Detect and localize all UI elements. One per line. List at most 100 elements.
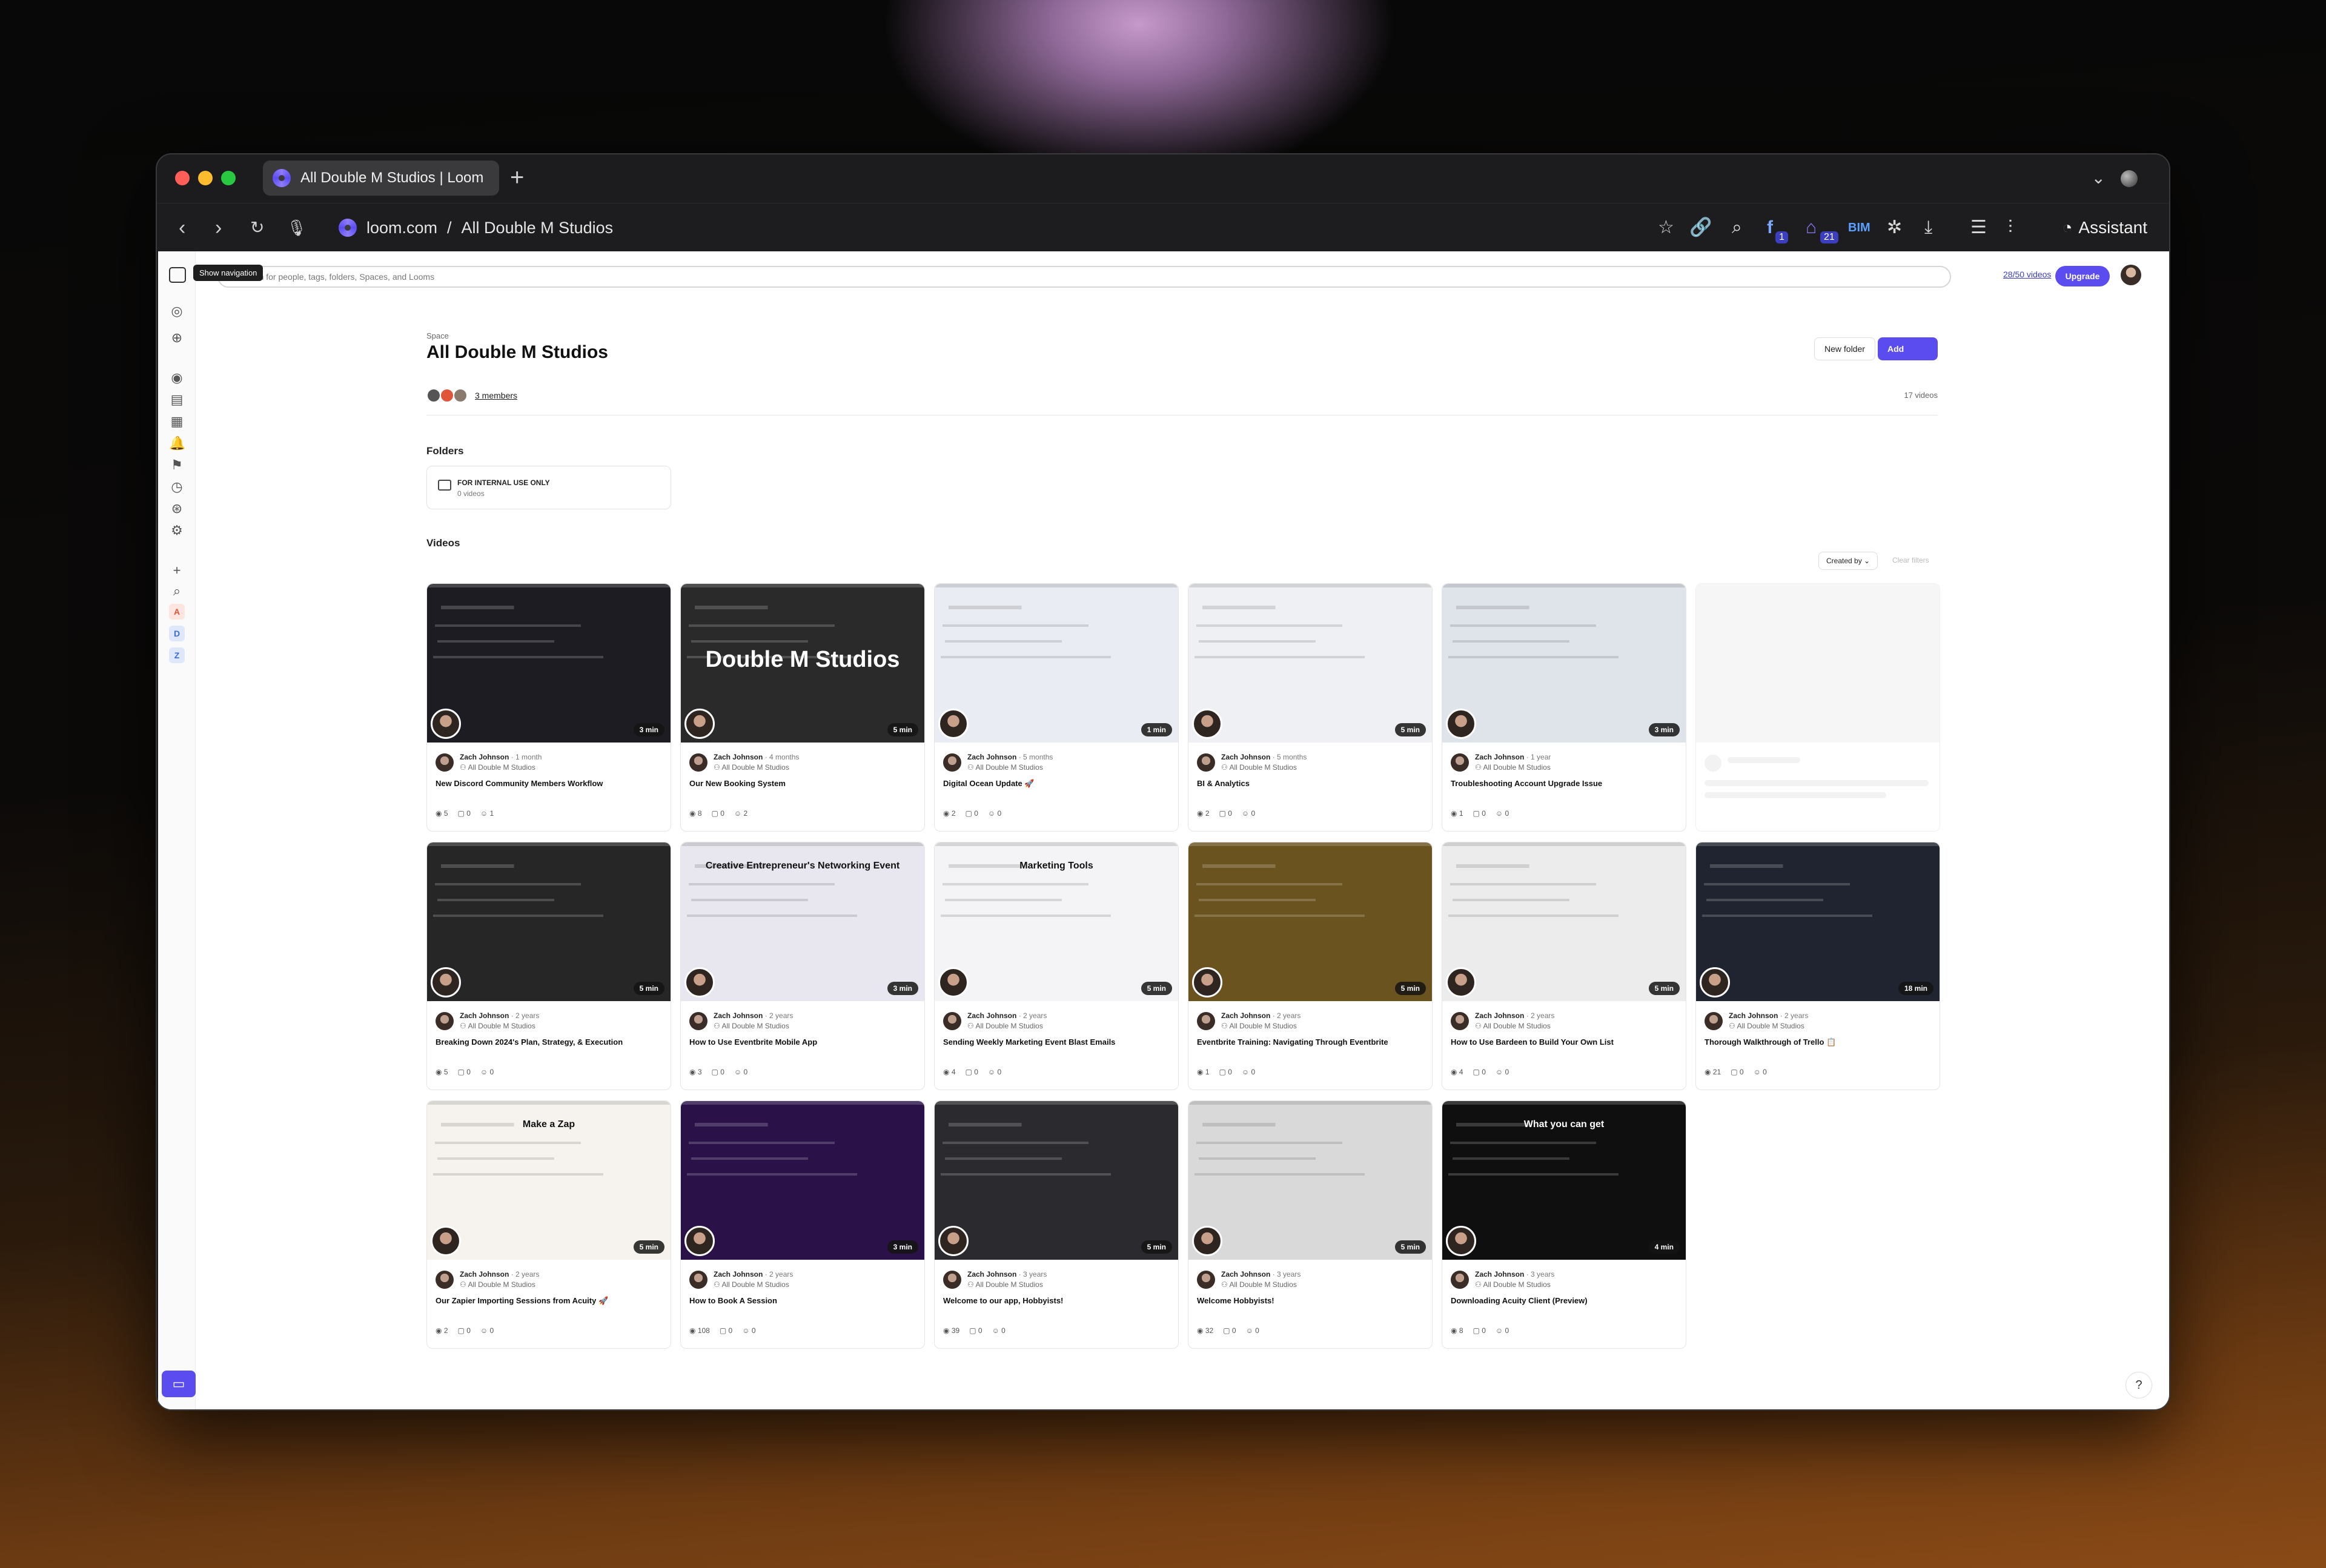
menu-icon[interactable]: ☰ (1970, 216, 1987, 240)
settings-icon[interactable]: ⚙ (169, 523, 185, 538)
video-thumbnail[interactable]: 1 min (935, 584, 1178, 743)
extension-f-icon[interactable]: f (1767, 216, 1773, 240)
members-row[interactable]: 3 members (426, 388, 517, 403)
minimize-window-button[interactable] (198, 171, 213, 185)
video-quota-link[interactable]: 28/50 videos (2003, 270, 2051, 279)
tab-active[interactable]: All Double M Studios | Loom (263, 160, 499, 196)
video-thumbnail[interactable]: Marketing Tools 5 min (935, 842, 1178, 1001)
video-card[interactable]: 3 min Zach Johnson · 2 years ⚇ All Doubl… (680, 1100, 925, 1349)
workspace-logo-icon[interactable]: ◎ (169, 303, 185, 319)
zoom-icon[interactable]: ⌕ (1732, 216, 1742, 240)
video-card[interactable]: 5 min Zach Johnson · 5 months ⚇ All Doub… (1188, 583, 1433, 832)
video-thumbnail[interactable]: 5 min (427, 842, 671, 1001)
video-thumbnail[interactable]: Make a Zap 5 min (427, 1101, 671, 1260)
library-icon[interactable]: ▤ (169, 392, 185, 408)
video-thumbnail[interactable]: 3 min (427, 584, 671, 743)
user-avatar[interactable] (2121, 265, 2141, 285)
space-a-icon[interactable]: A (169, 604, 185, 620)
video-card[interactable]: 5 min Zach Johnson · 2 years ⚇ All Doubl… (1188, 842, 1433, 1090)
space-z-icon[interactable]: Z (169, 647, 185, 663)
puzzle-icon[interactable]: ✲ (1887, 216, 1902, 240)
new-tab-button[interactable]: + (510, 165, 524, 190)
globe-icon[interactable]: ⊛ (169, 501, 185, 517)
history-icon[interactable]: ◷ (169, 479, 185, 495)
video-thumbnail[interactable]: 5 min (1188, 584, 1432, 743)
video-title[interactable]: Breaking Down 2024's Plan, Strategy, & E… (436, 1037, 666, 1047)
video-title[interactable]: Thorough Walkthrough of Trello 📋 (1705, 1037, 1935, 1047)
clear-filters-link[interactable]: Clear filters (1892, 556, 1929, 564)
created-by-filter[interactable]: Created by ⌄ (1818, 552, 1878, 570)
video-card[interactable]: 5 min Zach Johnson · 3 years ⚇ All Doubl… (934, 1100, 1179, 1349)
video-title[interactable]: Sending Weekly Marketing Event Blast Ema… (943, 1037, 1173, 1047)
video-title[interactable]: Our New Booking System (689, 779, 919, 788)
video-card[interactable]: 5 min Zach Johnson · 2 years ⚇ All Doubl… (426, 842, 671, 1090)
video-title[interactable]: Digital Ocean Update 🚀 (943, 779, 1173, 789)
video-card[interactable]: 5 min Zach Johnson · 2 years ⚇ All Doubl… (1442, 842, 1686, 1090)
video-card[interactable]: 3 min Zach Johnson · 1 year ⚇ All Double… (1442, 583, 1686, 832)
back-icon[interactable]: ‹ (179, 216, 185, 240)
microphone-icon[interactable]: 🎙 (287, 216, 306, 240)
video-title[interactable]: Welcome to our app, Hobbyists! (943, 1296, 1173, 1305)
maximize-window-button[interactable] (221, 171, 236, 185)
space-d-icon[interactable]: D (169, 626, 185, 641)
add-video-button[interactable]: Add video (1878, 337, 1938, 377)
video-thumbnail[interactable]: 5 min (1442, 842, 1686, 1001)
video-title[interactable]: Our Zapier Importing Sessions from Acuit… (436, 1296, 666, 1306)
download-icon[interactable]: ⤓ (1924, 216, 1932, 240)
video-thumbnail[interactable]: What you can get 4 min (1442, 1101, 1686, 1260)
video-card[interactable]: 3 min Zach Johnson · 1 month ⚇ All Doubl… (426, 583, 671, 832)
add-space-icon[interactable]: + (169, 563, 185, 578)
video-card[interactable]: Make a Zap 5 min Zach Johnson · 2 years … (426, 1100, 671, 1349)
forward-icon[interactable]: › (215, 216, 222, 240)
calendar-icon[interactable]: ▦ (169, 414, 185, 429)
close-window-button[interactable] (175, 171, 190, 185)
video-thumbnail[interactable]: 18 min (1696, 842, 1940, 1001)
upgrade-button[interactable]: Upgrade (2055, 266, 2110, 286)
video-card[interactable]: 1 min Zach Johnson · 5 months ⚇ All Doub… (934, 583, 1179, 832)
show-navigation-icon[interactable] (169, 267, 186, 283)
video-card[interactable]: Marketing Tools 5 min Zach Johnson · 2 y… (934, 842, 1179, 1090)
video-title[interactable]: How to Use Bardeen to Build Your Own Lis… (1451, 1037, 1681, 1047)
profile-orb-icon[interactable] (2121, 170, 2138, 187)
video-card[interactable]: What you can get 4 min Zach Johnson · 3 … (1442, 1100, 1686, 1349)
video-card[interactable]: Double M Studios 5 min Zach Johnson · 4 … (680, 583, 925, 832)
new-folder-button[interactable]: New folder (1814, 337, 1875, 360)
video-title[interactable]: Troubleshooting Account Upgrade Issue (1451, 779, 1681, 788)
extension-home-icon[interactable]: ⌂ (1806, 216, 1817, 240)
video-card[interactable]: 5 min Zach Johnson · 3 years ⚇ All Doubl… (1188, 1100, 1433, 1349)
video-title[interactable]: BI & Analytics (1197, 779, 1427, 788)
bookmark-icon[interactable]: ⚑ (169, 457, 185, 473)
star-icon[interactable]: ☆ (1658, 216, 1674, 240)
record-video-button[interactable]: ▭ (162, 1371, 196, 1397)
search-input[interactable]: Search for people, tags, folders, Spaces… (217, 266, 1951, 288)
add-member-icon[interactable]: ⊕ (169, 330, 185, 346)
chevron-down-icon[interactable]: ⌄ (2092, 168, 2106, 188)
search-spaces-icon[interactable]: ⌕ (169, 583, 185, 599)
video-thumbnail[interactable]: 5 min (1188, 1101, 1432, 1260)
folder-card[interactable]: FOR INTERNAL USE ONLY 0 videos (426, 466, 671, 509)
video-title[interactable]: Eventbrite Training: Navigating Through … (1197, 1037, 1427, 1047)
video-thumbnail[interactable]: 3 min (681, 1101, 924, 1260)
link-icon[interactable]: 🔗 (1689, 216, 1712, 240)
video-card[interactable]: Creative Entrepreneur's Networking Event… (680, 842, 925, 1090)
extension-bim-icon[interactable]: BIM (1848, 216, 1870, 240)
members-link[interactable]: 3 members (475, 391, 517, 400)
video-title[interactable]: How to Use Eventbrite Mobile App (689, 1037, 919, 1047)
assistant-button[interactable]: ◔ Assistant (2062, 216, 2147, 240)
video-card[interactable]: 18 min Zach Johnson · 2 years ⚇ All Doub… (1695, 842, 1940, 1090)
video-thumbnail[interactable]: 5 min (935, 1101, 1178, 1260)
video-thumbnail[interactable]: 5 min (1188, 842, 1432, 1001)
video-title[interactable]: Downloading Acuity Client (Preview) (1451, 1296, 1681, 1305)
notifications-icon[interactable]: 🔔 (169, 435, 185, 451)
url-field[interactable]: loom.com / All Double M Studios (339, 214, 613, 241)
reload-icon[interactable]: ↻ (250, 216, 264, 240)
audio-wave-icon[interactable]: ⫶ (2008, 216, 2013, 240)
help-button[interactable]: ? (2126, 1372, 2152, 1398)
video-title[interactable]: Welcome Hobbyists! (1197, 1296, 1427, 1305)
video-title[interactable]: How to Book A Session (689, 1296, 919, 1305)
profile-icon[interactable]: ◉ (169, 370, 185, 386)
video-title[interactable]: New Discord Community Members Workflow (436, 779, 666, 788)
video-thumbnail[interactable]: Creative Entrepreneur's Networking Event… (681, 842, 924, 1001)
video-thumbnail[interactable]: Double M Studios 5 min (681, 584, 924, 743)
video-thumbnail[interactable]: 3 min (1442, 584, 1686, 743)
